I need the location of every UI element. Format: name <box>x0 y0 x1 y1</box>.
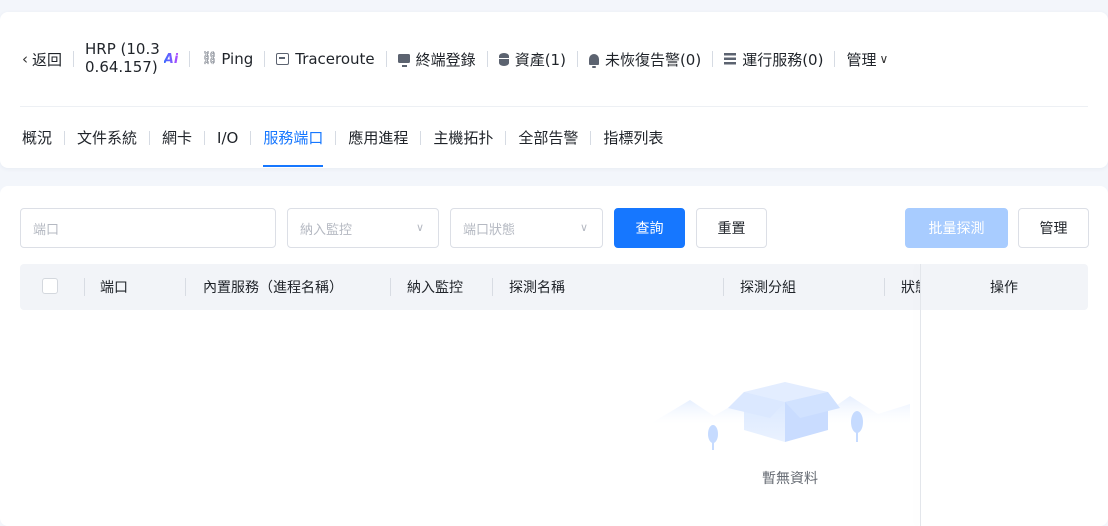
assets-label: 資產(1) <box>514 50 566 69</box>
tab-host-topology[interactable]: 主機拓扑 <box>433 107 493 168</box>
tab-bar: 概況 文件系統 網卡 I/O 服務端口 應用進程 主機拓扑 全部告警 指標列表 <box>0 107 1108 168</box>
column-header-status[interactable]: 狀態 <box>901 264 920 310</box>
batch-probe-button[interactable]: 批量探測 <box>905 208 1008 248</box>
assets-button[interactable]: 資產(1) <box>498 49 566 70</box>
toolbar-separator <box>189 51 191 67</box>
list-icon <box>724 53 737 65</box>
back-label: 返回 <box>32 50 63 69</box>
column-separator <box>884 278 885 296</box>
manage-dropdown-label: 管理 <box>846 50 877 69</box>
bell-icon <box>588 53 599 68</box>
chevron-down-icon: ∨ <box>415 221 424 234</box>
column-separator <box>185 278 186 296</box>
column-header-probe-name[interactable]: 探測名稱 <box>509 264 565 310</box>
column-header-probe-group[interactable]: 探測分組 <box>740 264 796 310</box>
tab-separator <box>420 130 422 145</box>
service-ports-panel: 端口 納入監控 ∨ 端口狀態 ∨ 查詢 重置 批量探測 管理 端口 內置服務（進… <box>0 186 1108 526</box>
toolbar-separator <box>834 51 836 67</box>
column-separator <box>390 278 391 296</box>
tab-label: 網卡 <box>162 129 193 147</box>
unresolved-alerts-button[interactable]: 未恢復告警(0) <box>588 49 702 70</box>
tab-separator <box>149 130 151 145</box>
column-header-monitor[interactable]: 納入監控 <box>407 264 463 310</box>
toolbar-separator <box>712 51 714 67</box>
terminal-icon <box>276 53 290 65</box>
tab-app-processes[interactable]: 應用進程 <box>348 107 408 168</box>
tab-label: 文件系統 <box>77 129 138 147</box>
port-placeholder: 端口 <box>33 222 60 238</box>
column-separator <box>492 278 493 296</box>
table-header: 端口 內置服務（進程名稱） 納入監控 探測名稱 探測分組 狀態 操作 <box>20 264 1088 310</box>
running-services-label: 運行服務(0) <box>742 50 824 69</box>
tab-separator <box>505 130 507 145</box>
host-name: HRP (10.3 0.64.157) Ai <box>85 40 179 76</box>
back-button[interactable]: ‹ 返回 <box>22 49 62 70</box>
ping-button[interactable]: ⛓ Ping <box>201 50 253 68</box>
query-button[interactable]: 查詢 <box>614 208 685 248</box>
tab-separator <box>250 130 252 145</box>
tab-overview[interactable]: 概況 <box>22 107 52 168</box>
chevron-down-icon: ∨ <box>579 221 588 234</box>
monitor-select[interactable]: 納入監控 ∨ <box>287 208 439 248</box>
link-icon: ⛓ <box>201 51 218 66</box>
toolbar-separator <box>264 51 266 67</box>
port-status-select[interactable]: 端口狀態 ∨ <box>450 208 603 248</box>
monitor-icon <box>397 53 410 67</box>
select-all-checkbox[interactable] <box>42 278 58 294</box>
tab-network-card[interactable]: 網卡 <box>162 107 192 168</box>
unresolved-alerts-label: 未恢復告警(0) <box>604 50 702 69</box>
host-toolbar: ‹ 返回 HRP (10.3 0.64.157) Ai ⛓ Ping Trace… <box>0 12 1108 106</box>
tab-separator <box>64 130 66 145</box>
database-icon <box>498 52 509 66</box>
toolbar-separator <box>73 51 75 67</box>
running-services-button[interactable]: 運行服務(0) <box>724 49 823 70</box>
monitor-placeholder: 納入監控 <box>300 222 353 238</box>
tab-label: 全部告警 <box>518 129 579 147</box>
host-name-line2: 0.64.157) <box>85 58 158 76</box>
host-name-line1: HRP (10.3 <box>85 40 160 58</box>
tab-file-system[interactable]: 文件系統 <box>77 107 137 168</box>
tab-service-ports[interactable]: 服務端口 <box>263 107 324 168</box>
column-separator <box>84 278 85 296</box>
ai-icon[interactable]: Ai <box>164 52 179 67</box>
header-card: ‹ 返回 HRP (10.3 0.64.157) Ai ⛓ Ping Trace… <box>0 12 1108 168</box>
tab-separator <box>335 130 337 145</box>
manage-button[interactable]: 管理 <box>1018 208 1089 248</box>
tab-label: 主機拓扑 <box>433 129 494 147</box>
tab-separator <box>590 130 592 145</box>
manage-dropdown[interactable]: 管理 ∨ <box>846 49 888 70</box>
column-header-port[interactable]: 端口 <box>100 264 128 310</box>
tab-label: 服務端口 <box>263 129 324 147</box>
ping-label: Ping <box>221 50 254 68</box>
tab-label: 指標列表 <box>603 129 664 147</box>
tab-all-alerts[interactable]: 全部告警 <box>518 107 578 168</box>
terminal-login-label: 終端登錄 <box>415 50 476 69</box>
traceroute-button[interactable]: Traceroute <box>276 50 375 68</box>
column-header-builtin-service[interactable]: 內置服務（進程名稱） <box>203 264 343 310</box>
toolbar-separator <box>486 51 488 67</box>
chevron-left-icon: ‹ <box>22 50 28 68</box>
tab-separator <box>204 130 206 145</box>
terminal-login-button[interactable]: 終端登錄 <box>397 49 476 70</box>
tab-label: 概況 <box>22 129 53 147</box>
reset-button[interactable]: 重置 <box>696 208 767 248</box>
status-placeholder: 端口狀態 <box>463 222 516 238</box>
toolbar-separator <box>385 51 387 67</box>
fixed-column-shadow <box>920 264 921 526</box>
column-header-actions: 操作 <box>990 280 1018 296</box>
column-separator <box>723 278 724 296</box>
traceroute-label: Traceroute <box>295 50 375 68</box>
toolbar-separator <box>576 51 578 67</box>
port-search-input[interactable]: 端口 <box>20 208 276 248</box>
tab-label: I/O <box>217 128 239 147</box>
tab-io[interactable]: I/O <box>217 107 238 168</box>
chevron-down-icon: ∨ <box>879 52 889 66</box>
empty-state-text: 暫無資料 <box>762 471 818 487</box>
tab-metrics-list[interactable]: 指標列表 <box>603 107 663 168</box>
tab-label: 應用進程 <box>348 129 409 147</box>
